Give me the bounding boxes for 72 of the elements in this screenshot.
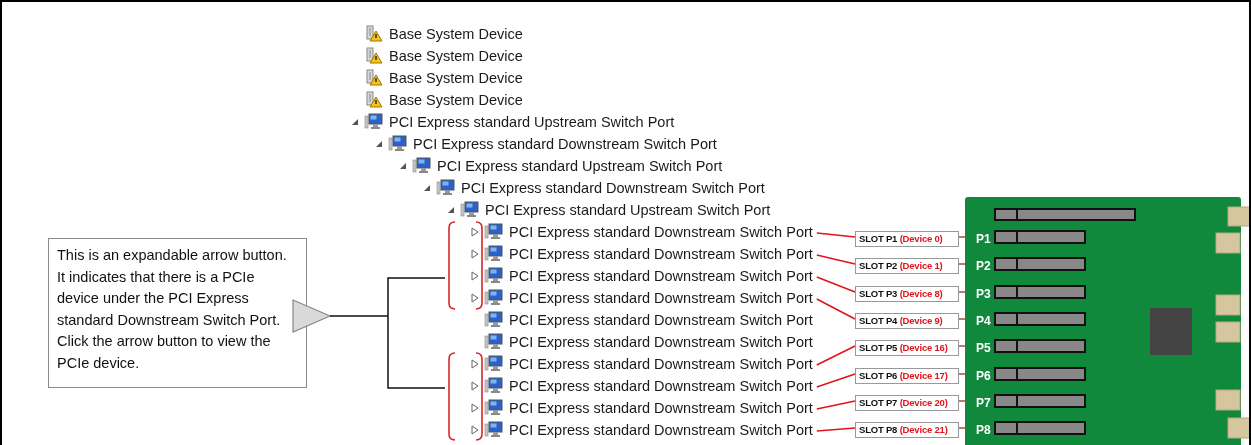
tree-item[interactable]: PCI Express standard Upstream Switch Port [485, 202, 771, 218]
port-label: P8 [976, 422, 991, 438]
monitor-icon [412, 157, 432, 175]
device-warning-icon [364, 47, 384, 65]
monitor-icon [484, 311, 504, 329]
slot-label: SLOT P3 (Device 8) [855, 286, 959, 302]
leader-line [816, 276, 856, 293]
monitor-icon [484, 399, 504, 417]
tree-item[interactable]: PCI Express standard Downstream Switch Port [509, 356, 813, 372]
tree-item[interactable]: PCI Express standard Downstream Switch Port [509, 334, 813, 350]
monitor-icon [484, 421, 504, 439]
leader-line [816, 400, 856, 410]
expand-arrow-icon[interactable] [469, 293, 480, 303]
expand-arrow-icon[interactable] [469, 249, 480, 259]
expand-arrow-icon[interactable] [469, 425, 480, 435]
monitor-icon [460, 201, 480, 219]
tree-item[interactable]: PCI Express standard Downstream Switch Port [509, 246, 813, 262]
tree-item[interactable]: Base System Device [389, 48, 523, 64]
slot-label: SLOT P5 (Device 16) [855, 340, 959, 356]
expand-arrow-icon[interactable] [469, 359, 480, 369]
port-label: P2 [976, 258, 991, 274]
monitor-icon [436, 179, 456, 197]
monitor-icon [364, 113, 384, 131]
device-warning-icon [364, 91, 384, 109]
port-label: P5 [976, 340, 991, 356]
slot-label: SLOT P1 (Device 0) [855, 231, 959, 247]
monitor-icon [484, 377, 504, 395]
tree-item[interactable]: PCI Express standard Downstream Switch Port [509, 224, 813, 240]
tree-item[interactable]: PCI Express standard Downstream Switch Port [509, 400, 813, 416]
tree-item[interactable]: Base System Device [389, 26, 523, 42]
tree-item[interactable]: Base System Device [389, 92, 523, 108]
slot-label: SLOT P4 (Device 9) [855, 313, 959, 329]
port-label: P4 [976, 313, 991, 329]
tree-item[interactable]: Base System Device [389, 70, 523, 86]
slot-label: SLOT P2 (Device 1) [855, 258, 959, 274]
callout-text: This is an expandable arrow button. It indicates that there is a PCIe device under the PCI Express standard Downstream Switch Port. Click the arrow button to view the PCIe device. [48, 238, 307, 388]
slot-label: SLOT P7 (Device 20) [855, 395, 959, 411]
tree-item[interactable]: PCI Express standard Downstream Switch Port [509, 268, 813, 284]
tree-item[interactable]: PCI Express standard Downstream Switch Port [413, 136, 717, 152]
tree-item[interactable]: PCI Express standard Upstream Switch Port [437, 158, 723, 174]
device-warning-icon [364, 25, 384, 43]
expand-arrow-icon[interactable] [469, 227, 480, 237]
device-warning-icon [364, 69, 384, 87]
monitor-icon [484, 289, 504, 307]
port-label: P7 [976, 395, 991, 411]
monitor-icon [484, 355, 504, 373]
tree-item[interactable]: PCI Express standard Downstream Switch Port [509, 290, 813, 306]
leader-line [816, 373, 856, 388]
leader-line [816, 232, 856, 238]
expand-arrow-icon[interactable] [469, 381, 480, 391]
leader-line [816, 345, 856, 366]
monitor-icon [484, 333, 504, 351]
monitor-icon [484, 245, 504, 263]
tree-item[interactable]: PCI Express standard Upstream Switch Port [389, 114, 675, 130]
monitor-icon [388, 135, 408, 153]
expand-arrow-icon[interactable] [469, 403, 480, 413]
port-label: P1 [976, 231, 991, 247]
slot-label: SLOT P6 (Device 17) [855, 368, 959, 384]
pointer-triangle [292, 299, 332, 333]
expand-arrow-icon[interactable] [469, 271, 480, 281]
port-label: P3 [976, 286, 991, 302]
tree-item[interactable]: PCI Express standard Downstream Switch Port [509, 312, 813, 328]
monitor-icon [484, 223, 504, 241]
slot-label: SLOT P8 (Device 21) [855, 422, 959, 438]
tree-item[interactable]: PCI Express standard Downstream Switch Port [509, 378, 813, 394]
leader-line [816, 298, 856, 320]
tree-item[interactable]: PCI Express standard Downstream Switch Port [461, 180, 765, 196]
leader-line [816, 254, 856, 265]
tree-item[interactable]: PCI Express standard Downstream Switch Port [509, 422, 813, 438]
monitor-icon [484, 267, 504, 285]
leader-line [816, 427, 856, 432]
port-label: P6 [976, 368, 991, 384]
